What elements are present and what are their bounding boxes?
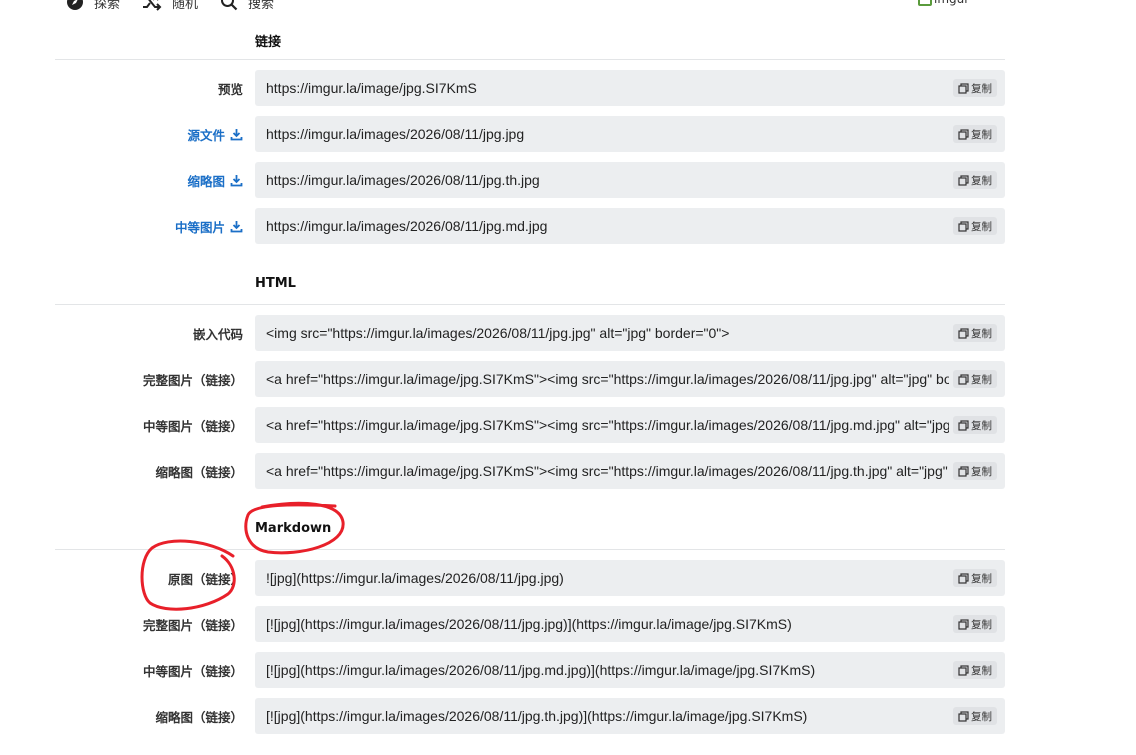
divider — [55, 59, 1005, 60]
copy-icon — [958, 220, 969, 232]
link-field-thumbnail[interactable]: https://imgur.la/images/2026/08/11/jpg.t… — [255, 162, 1005, 198]
link-field-preview[interactable]: https://imgur.la/image/jpg.SI7KmS 复制 — [255, 70, 1005, 106]
section-title-html: HTML — [255, 276, 296, 291]
md-field-medium-linked[interactable]: [![jpg](https://imgur.la/images/2026/08/… — [255, 652, 1005, 688]
copy-label: 复制 — [971, 327, 992, 340]
row-label-original[interactable]: 源文件 — [187, 125, 243, 144]
copy-label: 复制 — [971, 465, 992, 478]
copy-icon — [958, 664, 969, 676]
compass-icon — [67, 0, 83, 10]
copy-icon — [958, 419, 969, 431]
divider — [55, 549, 1005, 550]
copy-label: 复制 — [971, 128, 992, 141]
row-label-medium-linked: 中等图片（链接） — [142, 419, 243, 434]
row-label-medium-text[interactable]: 中等图片 — [175, 217, 225, 236]
shuffle-icon — [143, 0, 162, 11]
copy-icon — [958, 327, 969, 339]
field-value[interactable]: [![jpg](https://imgur.la/images/2026/08/… — [266, 652, 949, 688]
copy-label: 复制 — [971, 419, 992, 432]
copy-icon — [958, 572, 969, 584]
row-label-thumbnail[interactable]: 缩略图 — [187, 171, 243, 190]
copy-button[interactable]: 复制 — [953, 171, 997, 189]
copy-button[interactable]: 复制 — [953, 217, 997, 235]
copy-label: 复制 — [971, 220, 992, 233]
field-value[interactable]: [![jpg](https://imgur.la/images/2026/08/… — [266, 606, 949, 642]
row-label-md-thumb-linked: 缩略图（链接） — [155, 710, 243, 725]
copy-icon — [958, 128, 969, 140]
row-label-embed: 嵌入代码 — [192, 327, 243, 342]
top-nav: 探索 随机 搜索 — [66, 0, 296, 14]
copy-label: 复制 — [971, 664, 992, 677]
copy-label: 复制 — [971, 174, 992, 187]
download-icon[interactable] — [230, 128, 243, 141]
row-label-md-original: 原图（链接） — [167, 572, 243, 587]
field-value[interactable]: ![jpg](https://imgur.la/images/2026/08/1… — [266, 560, 949, 596]
nav-explore[interactable]: 探索 — [66, 0, 120, 12]
copy-button[interactable]: 复制 — [953, 707, 997, 725]
link-field-original[interactable]: https://imgur.la/images/2026/08/11/jpg.j… — [255, 116, 1005, 152]
field-value[interactable]: https://imgur.la/images/2026/08/11/jpg.t… — [266, 162, 949, 198]
row-label-thumb-linked: 缩略图（链接） — [155, 465, 243, 480]
html-field-embed[interactable]: <img src="https://imgur.la/images/2026/0… — [255, 315, 1005, 351]
row-label-preview: 预览 — [217, 82, 243, 97]
row-label-original-text[interactable]: 源文件 — [187, 125, 225, 144]
field-value[interactable]: https://imgur.la/images/2026/08/11/jpg.j… — [266, 116, 949, 152]
page: 探索 随机 搜索 imgur 链接 预览 https://imgur.la/im… — [0, 0, 1136, 755]
field-value[interactable]: <a href="https://imgur.la/image/jpg.SI7K… — [266, 407, 949, 443]
row-label-md-full-linked: 完整图片（链接） — [142, 618, 243, 633]
copy-icon — [958, 373, 969, 385]
row-label-medium[interactable]: 中等图片 — [175, 217, 243, 236]
field-value[interactable]: <a href="https://imgur.la/image/jpg.SI7K… — [266, 361, 949, 397]
copy-label: 复制 — [971, 618, 992, 631]
site-logo[interactable]: imgur — [918, 0, 969, 6]
copy-button[interactable]: 复制 — [953, 125, 997, 143]
download-icon[interactable] — [230, 220, 243, 233]
copy-label: 复制 — [971, 82, 992, 95]
copy-icon — [958, 710, 969, 722]
copy-icon — [958, 618, 969, 630]
row-label-md-medium-linked: 中等图片（链接） — [142, 664, 243, 679]
link-field-medium[interactable]: https://imgur.la/images/2026/08/11/jpg.m… — [255, 208, 1005, 244]
nav-search-label: 搜索 — [248, 0, 275, 12]
nav-explore-label: 探索 — [94, 0, 121, 12]
nav-random[interactable]: 随机 — [142, 0, 198, 12]
logo-text: imgur — [934, 0, 969, 6]
row-label-full-linked: 完整图片（链接） — [142, 373, 243, 388]
md-field-original[interactable]: ![jpg](https://imgur.la/images/2026/08/1… — [255, 560, 1005, 596]
copy-button[interactable]: 复制 — [953, 324, 997, 342]
html-field-full-linked[interactable]: <a href="https://imgur.la/image/jpg.SI7K… — [255, 361, 1005, 397]
search-icon — [221, 0, 238, 11]
nav-search[interactable]: 搜索 — [220, 0, 274, 12]
html-field-medium-linked[interactable]: <a href="https://imgur.la/image/jpg.SI7K… — [255, 407, 1005, 443]
copy-button[interactable]: 复制 — [953, 416, 997, 434]
copy-button[interactable]: 复制 — [953, 79, 997, 97]
section-title-markdown: Markdown — [255, 521, 332, 536]
html-field-thumb-linked[interactable]: <a href="https://imgur.la/image/jpg.SI7K… — [255, 453, 1005, 489]
logo-icon — [918, 0, 932, 6]
copy-label: 复制 — [971, 710, 992, 723]
copy-button[interactable]: 复制 — [953, 462, 997, 480]
field-value[interactable]: https://imgur.la/image/jpg.SI7KmS — [266, 70, 949, 106]
copy-icon — [958, 174, 969, 186]
copy-icon — [958, 465, 969, 477]
copy-button[interactable]: 复制 — [953, 661, 997, 679]
field-value[interactable]: [![jpg](https://imgur.la/images/2026/08/… — [266, 698, 949, 734]
divider — [55, 304, 1005, 305]
md-field-thumb-linked[interactable]: [![jpg](https://imgur.la/images/2026/08/… — [255, 698, 1005, 734]
row-label-thumbnail-text[interactable]: 缩略图 — [187, 171, 225, 190]
copy-button[interactable]: 复制 — [953, 569, 997, 587]
copy-icon — [958, 82, 969, 94]
download-icon[interactable] — [230, 174, 243, 187]
field-value[interactable]: <img src="https://imgur.la/images/2026/0… — [266, 315, 949, 351]
copy-label: 复制 — [971, 572, 992, 585]
copy-label: 复制 — [971, 373, 992, 386]
md-field-full-linked[interactable]: [![jpg](https://imgur.la/images/2026/08/… — [255, 606, 1005, 642]
field-value[interactable]: <a href="https://imgur.la/image/jpg.SI7K… — [266, 453, 949, 489]
field-value[interactable]: https://imgur.la/images/2026/08/11/jpg.m… — [266, 208, 949, 244]
nav-random-label: 随机 — [172, 0, 199, 12]
section-title-links: 链接 — [255, 35, 282, 50]
copy-button[interactable]: 复制 — [953, 615, 997, 633]
copy-button[interactable]: 复制 — [953, 370, 997, 388]
